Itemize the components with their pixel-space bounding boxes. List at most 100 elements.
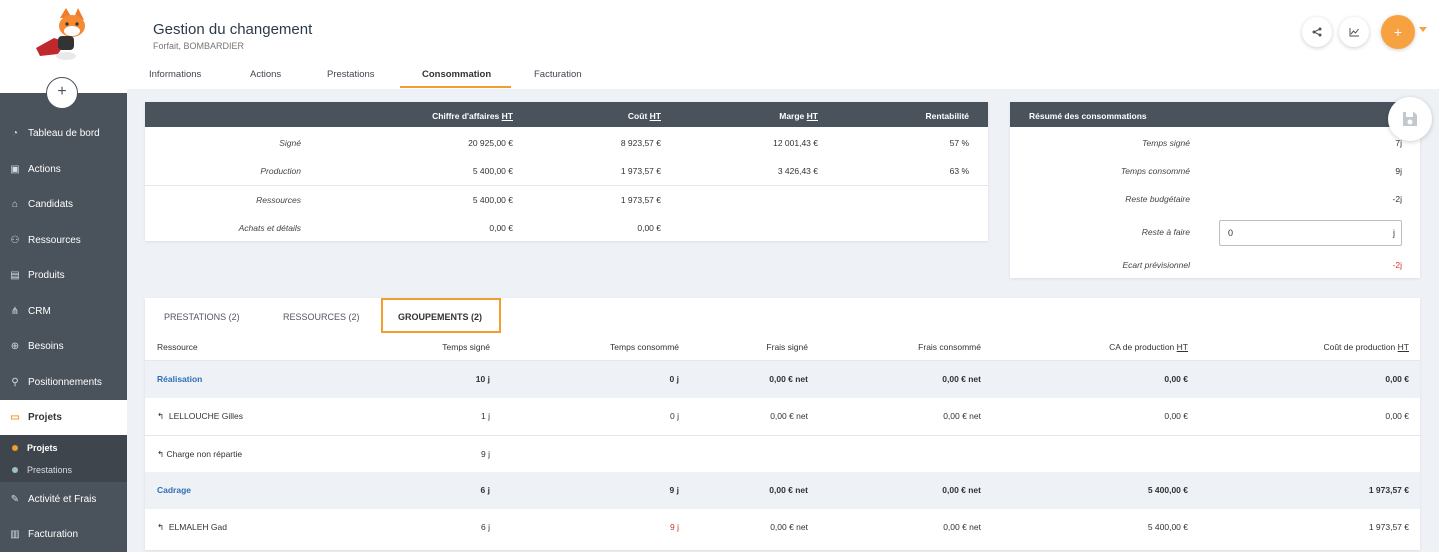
dot-icon: [12, 467, 18, 473]
nav-actions[interactable]: ▣ Actions: [0, 152, 127, 187]
nav-activite-frais[interactable]: ✎ Activité et Frais: [0, 482, 127, 517]
chevron-down-icon[interactable]: [1419, 27, 1427, 32]
nav-projets[interactable]: ▭ Projets: [0, 400, 127, 435]
col-temps-signe: Temps signé: [442, 342, 490, 352]
ca-production: 0,00 €: [1164, 374, 1188, 384]
dashboard-icon: ◔: [11, 127, 19, 139]
nav-candidats[interactable]: ⌂ Candidats: [0, 187, 127, 222]
pin-icon: ⚲: [11, 376, 19, 388]
nav-label: Produits: [28, 270, 65, 281]
resume-title: Résumé des consommations: [1029, 111, 1147, 121]
nav-besoins[interactable]: ⊕ Besoins: [0, 329, 127, 364]
nav-label: Tableau de bord: [28, 128, 100, 139]
achats-ca: 0,00 €: [489, 223, 513, 233]
nav-tableau-de-bord[interactable]: ◔ Tableau de bord: [0, 116, 127, 151]
nav-ressources[interactable]: ⚇ Ressources: [0, 223, 127, 258]
invoice-icon: ▥: [10, 528, 20, 540]
row-label-production: Production: [260, 166, 301, 176]
col-frais-signe: Frais signé: [766, 342, 808, 352]
floppy-disk-icon: [1403, 112, 1417, 126]
col-temps-consomme: Temps consommé: [610, 342, 679, 352]
fox-logo-icon: [36, 8, 85, 60]
tab-facturation[interactable]: Facturation: [534, 69, 582, 80]
edit-icon: ✎: [10, 493, 20, 505]
nav-label: Activité et Frais: [28, 494, 97, 505]
ca-production: 0,00 €: [1164, 411, 1188, 421]
signe-cout: 8 923,57 €: [620, 138, 661, 148]
table-row[interactable]: ↰ LELLOUCHE Gilles 1 j 0 j 0,00 € net 0,…: [145, 398, 1420, 435]
tab-prestations[interactable]: Prestations: [327, 69, 375, 80]
ca-production: 5 400,00 €: [1147, 522, 1188, 532]
col-cout-production: Coût de production HT: [1323, 342, 1409, 352]
subnav-label: Projets: [27, 443, 58, 453]
share-button[interactable]: [1302, 17, 1332, 47]
temps-signe: 10 j: [475, 374, 490, 384]
nav-facturation[interactable]: ▥ Facturation: [0, 517, 127, 552]
tab-actions[interactable]: Actions: [250, 69, 281, 80]
group-name: Réalisation: [157, 374, 203, 384]
tab-prestations-list[interactable]: PRESTATIONS (2): [164, 312, 240, 322]
frais-consomme: 0,00 € net: [942, 485, 981, 495]
reste-budgetaire-label: Reste budgétaire: [1125, 194, 1190, 204]
page-title: Gestion du changement: [153, 21, 313, 38]
col-rentabilite: Rentabilité: [925, 111, 969, 121]
subnav-prestations[interactable]: Prestations: [12, 465, 72, 475]
tab-ressources-list[interactable]: RESSOURCES (2): [283, 312, 360, 322]
briefcase-icon: ▭: [10, 411, 20, 423]
reste-a-faire-label: Reste à faire: [1141, 227, 1190, 237]
achats-cout: 0,00 €: [637, 223, 661, 233]
frais-consomme: 0,00 € net: [943, 522, 981, 532]
nav-label: Actions: [28, 164, 61, 175]
tree-branch-icon: ↰: [157, 522, 165, 532]
graduation-cap-icon: ⌂: [11, 198, 19, 210]
group-row[interactable]: Cadrage 6 j 9 j 0,00 € net 0,00 € net 5 …: [145, 472, 1420, 509]
cout-production: 1 973,57 €: [1368, 522, 1409, 532]
resume-header: Résumé des consommations: [1010, 102, 1420, 127]
nav-produits[interactable]: ▤ Produits: [0, 258, 127, 293]
cout-production: 0,00 €: [1385, 411, 1409, 421]
create-button[interactable]: +: [1381, 15, 1415, 49]
nav-label: Besoins: [28, 341, 64, 352]
temps-signe: 6 j: [481, 522, 490, 532]
row-label-achats: Achats et détails: [238, 223, 301, 233]
tab-groupements-list[interactable]: GROUPEMENTS (2): [398, 312, 482, 322]
tab-informations[interactable]: Informations: [149, 69, 201, 80]
reste-budgetaire-value: -2j: [1392, 194, 1402, 204]
table-row[interactable]: ↰ Charge non répartie 9 j: [145, 436, 1420, 473]
nav-crm[interactable]: ⋔ CRM: [0, 294, 127, 329]
nav-label: CRM: [28, 306, 51, 317]
reste-a-faire-input[interactable]: 0j: [1219, 220, 1402, 246]
sitemap-icon: ⋔: [10, 305, 20, 317]
frais-signe: 0,00 € net: [770, 411, 808, 421]
temps-signe: 6 j: [480, 485, 490, 495]
nav-label: Ressources: [28, 235, 81, 246]
table-row[interactable]: ↰ ELMALEH Gad 6 j 9 j 0,00 € net 0,00 € …: [145, 509, 1420, 546]
nav-positionnements[interactable]: ⚲ Positionnements: [0, 365, 127, 400]
document-icon: ▤: [10, 269, 20, 281]
group-row[interactable]: Réalisation 10 j 0 j 0,00 € net 0,00 € n…: [145, 361, 1420, 398]
col-marge: Marge HT: [779, 111, 818, 121]
save-button[interactable]: [1388, 97, 1432, 141]
target-icon: ⊕: [10, 340, 20, 352]
production-cout: 1 973,57 €: [620, 166, 661, 176]
tree-branch-icon: ↰: [157, 411, 165, 421]
temps-consomme-value: 9j: [1395, 166, 1402, 176]
page-subtitle: Forfait, BOMBARDIER: [153, 41, 245, 51]
tab-consommation[interactable]: Consommation: [422, 69, 491, 80]
temps-consomme-label: Temps consommé: [1120, 166, 1190, 176]
finance-table-header: Chiffre d'affaires HT Coût HT Marge HT R…: [145, 102, 988, 127]
groupements-panel: PRESTATIONS (2) RESSOURCES (2) GROUPEMEN…: [145, 298, 1420, 550]
resume-panel: Résumé des consommations Temps signé 7j …: [1010, 102, 1420, 278]
col-ressource: Ressource: [157, 342, 198, 352]
finance-summary-panel: Chiffre d'affaires HT Coût HT Marge HT R…: [145, 102, 988, 241]
nav-label: Positionnements: [28, 377, 102, 388]
add-button[interactable]: +: [46, 77, 78, 109]
row-label-ressources: Ressources: [256, 195, 301, 205]
ca-production: 5 400,00 €: [1147, 485, 1188, 495]
resource-name: ↰ ELMALEH Gad: [157, 522, 227, 532]
subnav-projets[interactable]: Projets: [12, 443, 58, 453]
col-chiffre-affaires: Chiffre d'affaires HT: [432, 111, 513, 121]
stats-button[interactable]: [1339, 17, 1369, 47]
group-name: Cadrage: [157, 485, 192, 495]
frais-signe: 0,00 € net: [770, 522, 808, 532]
